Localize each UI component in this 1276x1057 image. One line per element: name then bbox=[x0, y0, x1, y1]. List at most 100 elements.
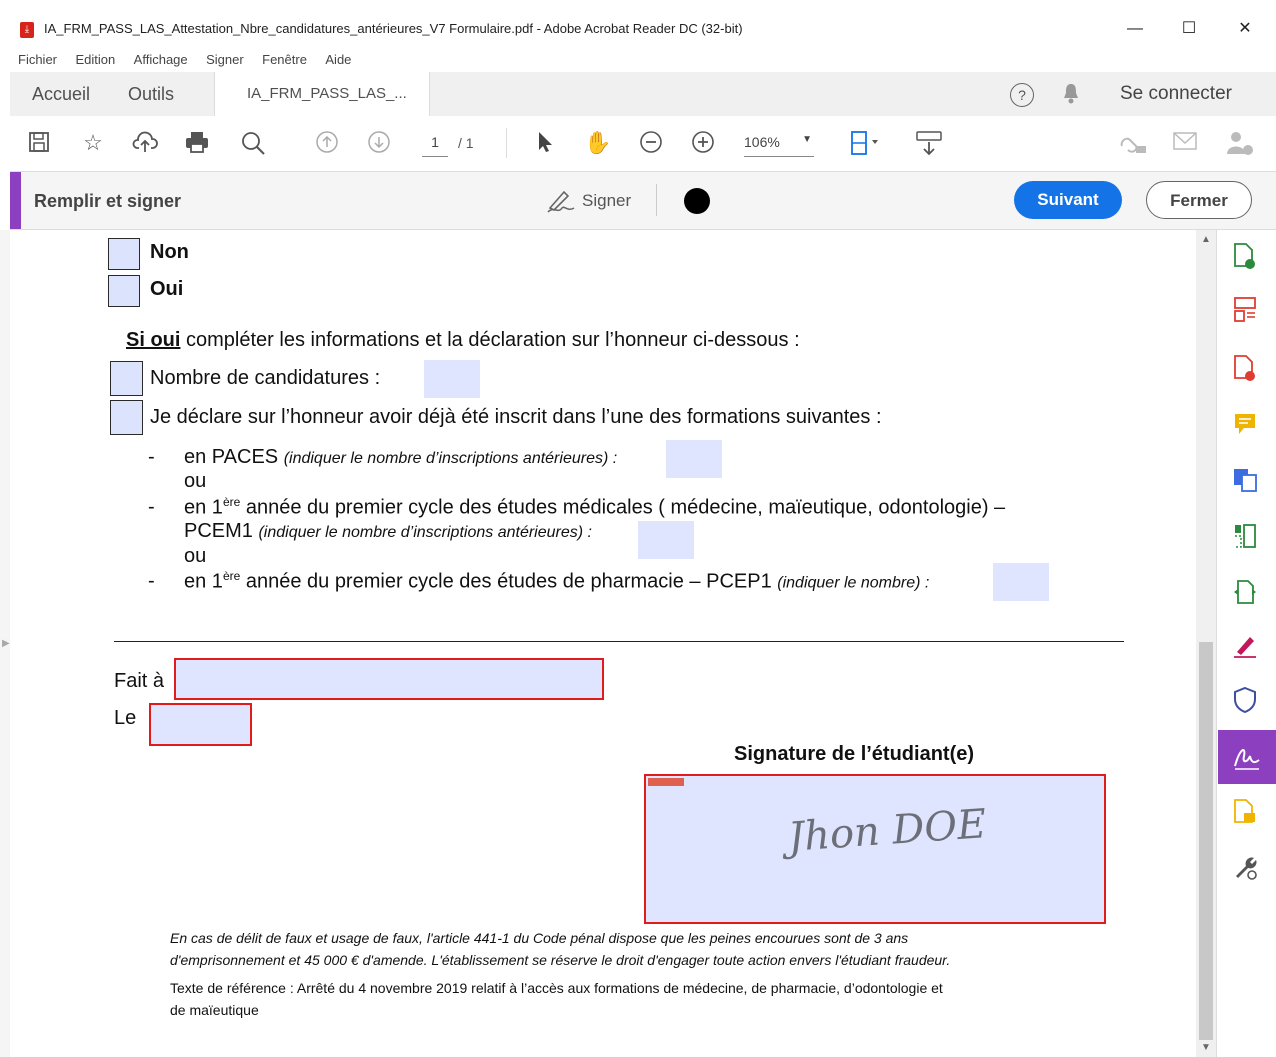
menu-fenetre[interactable]: Fenêtre bbox=[262, 52, 307, 67]
add-user-icon[interactable] bbox=[1226, 130, 1253, 156]
right-tools-rail bbox=[1216, 230, 1276, 1057]
signature-tag-icon bbox=[648, 778, 684, 786]
vertical-scrollbar[interactable]: ▲ ▼ bbox=[1196, 230, 1216, 1057]
si-oui-label: Si oui bbox=[126, 329, 181, 351]
tab-bar: Accueil Outils IA_FRM_PASS_LAS_... × ? S… bbox=[10, 72, 1276, 146]
checkbox-oui[interactable] bbox=[108, 275, 140, 307]
checkbox-nombre[interactable] bbox=[110, 361, 143, 396]
export-pdf-icon[interactable] bbox=[1230, 242, 1260, 272]
title-bar: ⤓ IA_FRM_PASS_LAS_Attestation_Nbre_candi… bbox=[0, 0, 1276, 46]
tab-outils[interactable]: Outils bbox=[128, 72, 174, 116]
label-fait-a: Fait à bbox=[114, 670, 165, 692]
fait-a-field[interactable] bbox=[174, 658, 604, 700]
menu-fichier[interactable]: Fichier bbox=[18, 52, 57, 67]
close-window-button[interactable]: ✕ bbox=[1222, 16, 1268, 42]
help-icon[interactable]: ? bbox=[1010, 83, 1034, 107]
pen-sign-icon bbox=[547, 190, 575, 213]
previous-page-icon[interactable] bbox=[314, 130, 340, 156]
menu-aide[interactable]: Aide bbox=[325, 52, 351, 67]
scroll-up-icon[interactable]: ▲ bbox=[1201, 234, 1211, 245]
zoom-out-icon[interactable] bbox=[638, 130, 664, 156]
dash-2: - bbox=[148, 496, 155, 518]
signin-link[interactable]: Se connecter bbox=[1120, 72, 1232, 116]
save-icon[interactable] bbox=[26, 130, 52, 156]
reference-line-1: Texte de référence : Arrêté du 4 novembr… bbox=[170, 980, 943, 996]
next-page-icon[interactable] bbox=[366, 130, 392, 156]
comment-icon[interactable] bbox=[1230, 410, 1260, 440]
active-sign-tool[interactable] bbox=[1218, 730, 1276, 784]
zoom-in-icon[interactable] bbox=[690, 130, 716, 156]
color-swatch[interactable] bbox=[684, 188, 710, 214]
legal-line-1: En cas de délit de faux et usage de faux… bbox=[170, 930, 909, 946]
bookmark-star-icon[interactable]: ☆ bbox=[80, 130, 106, 156]
paces-field[interactable] bbox=[666, 440, 722, 478]
menu-bar: Fichier Edition Affichage Signer Fenêtre… bbox=[0, 48, 1276, 70]
organize-pages-icon[interactable] bbox=[1230, 296, 1260, 326]
upload-cloud-icon[interactable] bbox=[132, 130, 158, 156]
tab-accueil[interactable]: Accueil bbox=[32, 72, 90, 116]
fermer-button[interactable]: Fermer bbox=[1146, 181, 1252, 219]
create-pdf-icon[interactable] bbox=[1230, 354, 1260, 384]
scroll-thumb[interactable] bbox=[1199, 642, 1213, 1040]
divider bbox=[656, 184, 657, 216]
maximize-button[interactable]: ☐ bbox=[1166, 16, 1212, 42]
si-oui-instruction: Si oui compléter les informations et la … bbox=[126, 329, 800, 352]
pcem-text: année du premier cycle des études médica… bbox=[240, 496, 1006, 519]
reference-line-2: de maïeutique bbox=[170, 1002, 259, 1018]
menu-signer[interactable]: Signer bbox=[206, 52, 244, 67]
pcem-field[interactable] bbox=[638, 521, 694, 559]
pcem1-label: PCEM1 bbox=[184, 520, 253, 542]
expand-panel-icon[interactable]: ▶ bbox=[2, 638, 10, 649]
date-field[interactable] bbox=[149, 703, 252, 746]
pcem-hint: (indiquer le nombre d’inscriptions antér… bbox=[258, 524, 592, 541]
pcem1-line: PCEM1 (indiquer le nombre d’inscriptions… bbox=[184, 520, 592, 543]
select-cursor-icon[interactable] bbox=[532, 130, 558, 156]
label-le: Le bbox=[114, 707, 137, 729]
signature-field[interactable]: Jhon DOE bbox=[644, 774, 1106, 924]
suivant-button[interactable]: Suivant bbox=[1014, 181, 1122, 219]
fill-sign-title: Remplir et signer bbox=[34, 191, 182, 211]
checkbox-declaration[interactable] bbox=[110, 400, 143, 435]
bell-icon[interactable] bbox=[1062, 82, 1080, 104]
fill-sign-accent bbox=[10, 172, 21, 229]
scroll-down-icon[interactable]: ▼ bbox=[1201, 1042, 1211, 1053]
dash-3: - bbox=[148, 570, 155, 592]
stamp-icon[interactable] bbox=[1230, 798, 1260, 828]
print-icon[interactable] bbox=[184, 130, 210, 156]
more-tools-icon[interactable] bbox=[1230, 854, 1260, 884]
dash-1: - bbox=[148, 446, 155, 468]
share-link-icon[interactable] bbox=[1118, 130, 1146, 156]
separator-line bbox=[114, 641, 1124, 642]
checkbox-non[interactable] bbox=[108, 238, 140, 270]
pcep-field[interactable] bbox=[993, 563, 1049, 601]
protect-shield-icon[interactable] bbox=[1230, 686, 1260, 716]
pcem-en: en 1 bbox=[184, 496, 223, 519]
page-number-input[interactable]: 1 bbox=[422, 134, 448, 157]
paces-hint: (indiquer le nombre d’inscriptions antér… bbox=[283, 450, 618, 467]
combine-files-icon[interactable] bbox=[1230, 466, 1260, 496]
nombre-candidatures-field[interactable] bbox=[424, 360, 480, 398]
ou-1: ou bbox=[184, 470, 207, 492]
send-pdf-icon[interactable] bbox=[1230, 578, 1260, 608]
label-oui: Oui bbox=[150, 278, 184, 300]
email-icon[interactable] bbox=[1172, 130, 1198, 156]
zoom-value: 106% bbox=[744, 134, 780, 150]
hand-tool-icon[interactable]: ✋ bbox=[584, 130, 611, 156]
signature-title: Signature de l’étudiant(e) bbox=[734, 743, 975, 765]
menu-edition[interactable]: Edition bbox=[75, 52, 115, 67]
tab-document[interactable]: IA_FRM_PASS_LAS_... × bbox=[214, 72, 430, 146]
window-title: IA_FRM_PASS_LAS_Attestation_Nbre_candida… bbox=[44, 21, 743, 36]
sign-tool[interactable]: Signer bbox=[546, 186, 631, 216]
fit-page-icon[interactable] bbox=[850, 130, 878, 156]
minimize-button[interactable]: — bbox=[1112, 16, 1158, 42]
label-non: Non bbox=[150, 241, 189, 263]
fill-sign-pen-icon[interactable] bbox=[1230, 632, 1260, 662]
pcep-text: année du premier cycle des études de pha… bbox=[240, 570, 772, 593]
menu-affichage[interactable]: Affichage bbox=[134, 52, 188, 67]
sign-label: Signer bbox=[582, 191, 632, 210]
zoom-search-icon[interactable] bbox=[240, 130, 266, 156]
keyboard-scroll-icon[interactable] bbox=[916, 130, 942, 156]
pcep-line: en 1ère année du premier cycle des étude… bbox=[184, 569, 929, 594]
compress-icon[interactable] bbox=[1230, 522, 1260, 552]
zoom-dropdown[interactable]: 106% ▼ bbox=[744, 134, 814, 157]
